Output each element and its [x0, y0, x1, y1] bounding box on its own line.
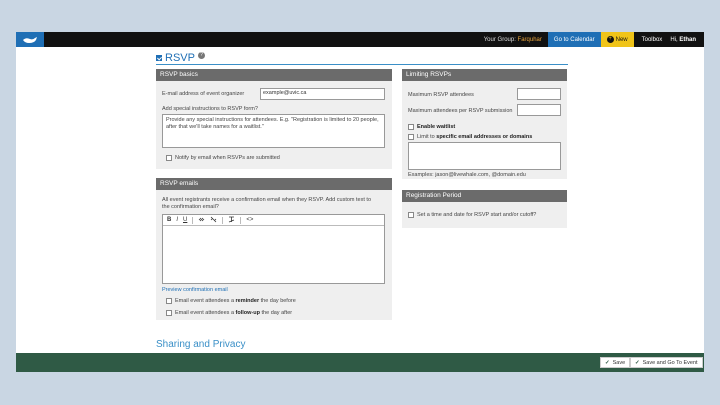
- save-and-go-label: Save and Go To Event: [642, 359, 698, 366]
- toolbox-menu[interactable]: Toolbox: [634, 37, 671, 43]
- group-name: Farquhar: [517, 36, 542, 43]
- toolbar-divider: [222, 216, 224, 224]
- limiting-panel: Limiting RSVPs Maximum RSVP attendees Ma…: [402, 69, 567, 179]
- underline-button[interactable]: U: [183, 217, 187, 223]
- registration-panel: Registration Period Set a time and date …: [402, 190, 567, 228]
- followup-row[interactable]: Email event attendees a follow-up the da…: [166, 310, 292, 316]
- rsvp-basics-title: RSVP basics: [156, 69, 392, 81]
- go-to-calendar-button[interactable]: Go to Calendar: [547, 32, 601, 47]
- reminder-prefix: Email event attendees a: [175, 298, 235, 304]
- user-menu[interactable]: Hi, Ethan: [670, 37, 704, 43]
- max-attendees-input[interactable]: [517, 88, 561, 100]
- waitlist-label: Enable waitlist: [417, 124, 456, 130]
- limit-examples: Examples: jason@livewhale.com, @domain.e…: [408, 172, 526, 178]
- limiting-title: Limiting RSVPs: [402, 69, 567, 81]
- new-label: New: [615, 36, 628, 43]
- notify-row[interactable]: Notify by email when RSVPs are submitted: [166, 155, 280, 161]
- limit-prefix: Limit to: [417, 134, 435, 140]
- reminder-label: Email event attendees a reminder the day…: [175, 298, 296, 304]
- rsvp-enable-checkbox[interactable]: [156, 54, 162, 61]
- max-attendees-label: Maximum RSVP attendees: [408, 92, 474, 98]
- limit-label: Limit to specific email addresses or dom…: [417, 134, 532, 140]
- set-time-row[interactable]: Set a time and date for RSVP start and/o…: [408, 212, 536, 218]
- help-icon[interactable]: ?: [197, 51, 205, 59]
- group-selector[interactable]: Your Group: Farquhar: [478, 37, 548, 43]
- link-icon[interactable]: [198, 216, 205, 225]
- notify-label: Notify by email when RSVPs are submitted: [175, 155, 280, 161]
- page-title: RSVP: [165, 51, 195, 64]
- rsvp-emails-panel: RSVP emails All event registrants receiv…: [156, 178, 392, 320]
- organizer-email-label: E-mail address of event organizer: [162, 91, 245, 97]
- limit-row[interactable]: Limit to specific email addresses or dom…: [408, 134, 532, 140]
- footer-bar: ✓ Save ✓ Save and Go To Event: [16, 353, 704, 372]
- max-per-submission-input[interactable]: [517, 104, 561, 116]
- editor-toolbar: B I U <>: [163, 215, 384, 226]
- toolbar-divider: [240, 216, 242, 224]
- preview-confirmation-link[interactable]: Preview confirmation email: [162, 287, 228, 293]
- followup-prefix: Email event attendees a: [175, 310, 235, 316]
- set-time-label: Set a time and date for RSVP start and/o…: [417, 212, 537, 218]
- followup-checkbox[interactable]: [166, 310, 172, 316]
- waitlist-row[interactable]: Enable waitlist: [408, 124, 455, 130]
- save-and-go-button[interactable]: ✓ Save and Go To Event: [630, 357, 703, 368]
- followup-bold: follow-up: [235, 310, 260, 316]
- emails-description: All event registrants receive a confirma…: [162, 197, 371, 210]
- new-button[interactable]: + New: [600, 32, 634, 47]
- limit-bold: specific email addresses or domains: [436, 134, 533, 140]
- rsvp-basics-panel: RSVP basics E-mail address of event orga…: [156, 69, 392, 169]
- italic-button[interactable]: I: [176, 217, 178, 223]
- waitlist-checkbox[interactable]: [408, 124, 414, 130]
- set-time-checkbox[interactable]: [408, 212, 414, 218]
- source-code-button[interactable]: <>: [246, 217, 253, 223]
- limit-emails-textarea[interactable]: [408, 142, 561, 170]
- notify-checkbox[interactable]: [166, 155, 172, 161]
- greeting: Hi,: [670, 36, 678, 43]
- reminder-row[interactable]: Email event attendees a reminder the day…: [166, 298, 296, 304]
- check-icon: ✓: [605, 359, 610, 366]
- toolbar-divider: [192, 216, 194, 224]
- rsvp-emails-title: RSVP emails: [156, 178, 392, 190]
- bold-button[interactable]: B: [167, 217, 171, 223]
- reminder-bold: reminder: [235, 298, 260, 304]
- group-label: Your Group:: [483, 36, 516, 43]
- max-per-submission-label: Maximum attendees per RSVP submission: [408, 108, 513, 114]
- save-button[interactable]: ✓ Save: [600, 357, 631, 368]
- followup-label: Email event attendees a follow-up the da…: [175, 310, 292, 316]
- user-name: Ethan: [679, 36, 696, 43]
- whale-logo-icon[interactable]: [16, 32, 44, 47]
- plus-icon: +: [606, 36, 614, 43]
- reminder-suffix: the day before: [260, 298, 296, 304]
- check-icon: ✓: [635, 359, 640, 366]
- app-window: Your Group: Farquhar Go to Calendar + New…: [16, 32, 704, 372]
- confirmation-editor[interactable]: B I U <>: [162, 214, 385, 284]
- sharing-privacy-heading: Sharing and Privacy: [156, 339, 246, 350]
- save-label: Save: [612, 359, 626, 366]
- top-nav: Your Group: Farquhar Go to Calendar + New…: [478, 32, 704, 47]
- instructions-label: Add special instructions to RSVP form?: [162, 106, 258, 112]
- reminder-checkbox[interactable]: [166, 298, 172, 304]
- registration-title: Registration Period: [402, 190, 567, 202]
- organizer-email-input[interactable]: example@uvic.ca: [260, 88, 385, 100]
- unlink-icon[interactable]: [210, 216, 217, 225]
- instructions-textarea[interactable]: Provide any special instructions for att…: [162, 114, 385, 148]
- rsvp-header: RSVP ?: [156, 51, 568, 65]
- followup-suffix: the day after: [261, 310, 293, 316]
- top-bar: Your Group: Farquhar Go to Calendar + New…: [16, 32, 704, 47]
- limit-checkbox[interactable]: [408, 134, 414, 140]
- clear-format-icon[interactable]: [228, 216, 235, 225]
